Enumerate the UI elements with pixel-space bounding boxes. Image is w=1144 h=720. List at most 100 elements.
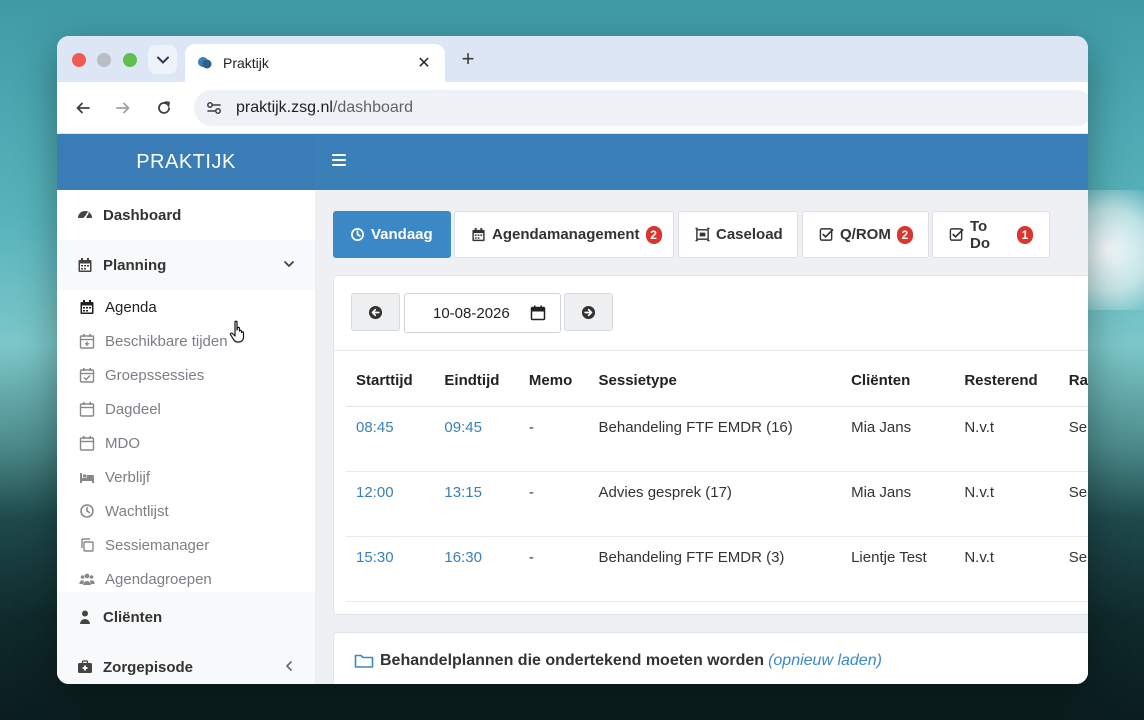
notification-badge: 2 <box>645 225 662 244</box>
tab-todo[interactable]: To Do 1 <box>932 211 1050 258</box>
reload-button[interactable] <box>152 96 176 120</box>
end-time-link[interactable]: 13:15 <box>434 471 519 537</box>
sidebar-item-sessiemanager[interactable]: Sessiemanager <box>57 528 315 562</box>
dashboard-icon <box>77 207 93 223</box>
previous-day-button[interactable] <box>351 293 400 331</box>
sidebar-item-dashboard[interactable]: Dashboard <box>57 190 315 240</box>
table-row[interactable]: 15:30 16:30 - Behandeling FTF EMDR (3) L… <box>346 536 1088 602</box>
treatment-plans-title: Behandelplannen die ondertekend moeten w… <box>354 652 882 670</box>
remaining-cell: N.v.t <box>954 406 1059 472</box>
date-input[interactable]: 10-08-2026 <box>404 293 561 333</box>
column-header-eindtijd[interactable]: Eindtijd <box>434 372 519 407</box>
arrow-left-icon <box>76 102 90 114</box>
tab-label: To Do <box>970 217 990 252</box>
notification-badge: 2 <box>896 225 913 244</box>
arrow-right-icon <box>116 102 130 114</box>
column-header-starttijd[interactable]: Starttijd <box>346 372 435 407</box>
sidebar-label-clienten: Cliënten <box>103 608 163 626</box>
end-time-link[interactable]: 16:30 <box>434 536 519 602</box>
column-header-extra[interactable]: Ra <box>1058 372 1088 407</box>
session-type-cell: Advies gesprek (17) <box>588 471 842 537</box>
sidebar-item-planning[interactable]: Planning <box>57 240 315 290</box>
calendar-icon <box>77 257 93 273</box>
start-time-link[interactable]: 15:30 <box>346 536 435 602</box>
sidebar-item-agendagroepen[interactable]: Agendagroepen <box>57 562 315 596</box>
sidebar-item-verblijf[interactable]: Verblijf <box>57 460 315 494</box>
address-bar: praktijk.zsg.nl/dashboard <box>57 82 1088 134</box>
column-header-sessietype[interactable]: Sessietype <box>588 372 842 407</box>
table-row[interactable]: 12:00 13:15 - Advies gesprek (17) Mia Ja… <box>346 471 1088 537</box>
sidebar-item-agenda[interactable]: Agenda <box>57 290 315 324</box>
tab-search-button[interactable] <box>148 45 177 74</box>
tab-label: Q/ROM <box>840 226 891 243</box>
column-header-clienten[interactable]: Cliënten <box>841 372 955 407</box>
arrow-circle-left-icon <box>368 305 383 319</box>
clock-icon <box>79 503 95 519</box>
sidebar-item-mdo[interactable]: MDO <box>57 426 315 460</box>
sidebar-item-wachtlijst[interactable]: Wachtlijst <box>57 494 315 528</box>
client-cell: Lientje Test <box>841 536 955 602</box>
reload-link[interactable]: (opnieuw laden) <box>768 652 882 670</box>
sidebar-label-dagdeel: Dagdeel <box>105 400 161 418</box>
browser-window: Praktijk ✕ + praktijk.zsg.nl/dashboard P… <box>57 36 1088 684</box>
calendar-picker-icon[interactable] <box>530 305 546 321</box>
table-row[interactable]: 08:45 09:45 - Behandeling FTF EMDR (16) … <box>346 406 1088 472</box>
calendar-icon <box>79 299 95 315</box>
url-bar[interactable]: praktijk.zsg.nl/dashboard <box>194 90 1088 126</box>
treatment-plans-card: Behandelplannen die ondertekend moeten w… <box>333 632 1088 684</box>
site-settings-icon[interactable] <box>204 98 224 118</box>
hamburger-menu-icon[interactable] <box>332 154 346 168</box>
date-value: 10-08-2026 <box>433 304 510 322</box>
arrow-circle-right-icon <box>581 305 596 319</box>
new-tab-button[interactable]: + <box>457 48 479 70</box>
tab-close-icon[interactable]: ✕ <box>415 53 433 73</box>
app-header: PRAKTIJK <box>57 134 1088 190</box>
back-button[interactable] <box>71 96 95 120</box>
sidebar-label-planning: Planning <box>103 256 167 274</box>
sidebar-label-agendagroepen: Agendagroepen <box>105 570 212 588</box>
calendar-check-icon <box>79 367 95 383</box>
sidebar-item-groepssessies[interactable]: Groepssessies <box>57 358 315 392</box>
tab-vandaag[interactable]: Vandaag <box>333 211 451 258</box>
sidebar: Dashboard Planning Agenda Beschikbare ti… <box>57 190 315 684</box>
memo-cell: - <box>518 536 589 602</box>
chevron-down-icon <box>156 56 169 64</box>
session-type-cell: Behandeling FTF EMDR (16) <box>588 406 842 472</box>
sidebar-item-zorgepisode[interactable]: Zorgepisode <box>57 642 315 684</box>
next-day-button[interactable] <box>564 293 613 331</box>
column-header-memo[interactable]: Memo <box>518 372 589 407</box>
tab-caseload[interactable]: Caseload <box>678 211 798 258</box>
column-header-resterend[interactable]: Resterend <box>954 372 1059 407</box>
close-window-button[interactable] <box>72 53 86 67</box>
sidebar-label-groepssessies: Groepssessies <box>105 366 205 384</box>
remaining-cell: N.v.t <box>954 536 1059 602</box>
minimize-window-button[interactable] <box>97 53 111 67</box>
sidebar-label-mdo: MDO <box>105 434 140 452</box>
start-time-link[interactable]: 12:00 <box>346 471 435 537</box>
sidebar-label-sessiemanager: Sessiemanager <box>105 536 210 554</box>
table-header-row: Starttijd Eindtijd Memo Sessietype Cliën… <box>346 372 1088 407</box>
url-host: praktijk.zsg.nl <box>236 99 333 116</box>
check-square-icon <box>819 227 834 242</box>
calendar-icon <box>79 435 95 451</box>
maximize-window-button[interactable] <box>123 53 137 67</box>
treatment-plans-label: Behandelplannen die ondertekend moeten w… <box>380 652 765 669</box>
sidebar-item-beschikbare-tijden[interactable]: Beschikbare tijden <box>57 324 315 358</box>
sidebar-label-wachtlijst: Wachtlijst <box>105 502 169 520</box>
tab-label: Caseload <box>716 226 783 243</box>
remaining-cell: N.v.t <box>954 471 1059 537</box>
caseload-icon <box>695 227 710 242</box>
memo-cell: - <box>518 406 589 472</box>
folder-icon <box>354 654 374 668</box>
brand-logo[interactable]: PRAKTIJK <box>57 134 315 190</box>
sidebar-item-clienten[interactable]: Cliënten <box>57 592 315 642</box>
end-time-link[interactable]: 09:45 <box>434 406 519 472</box>
sidebar-item-dagdeel[interactable]: Dagdeel <box>57 392 315 426</box>
tab-qrom[interactable]: Q/ROM 2 <box>802 211 929 258</box>
sidebar-label-beschikbare-tijden: Beschikbare tijden <box>105 332 228 350</box>
start-time-link[interactable]: 08:45 <box>346 406 435 472</box>
browser-tab[interactable]: Praktijk ✕ <box>185 44 445 82</box>
forward-button[interactable] <box>111 96 135 120</box>
bed-icon <box>79 469 95 485</box>
tab-agendamanagement[interactable]: Agendamanagement 2 <box>454 211 674 258</box>
